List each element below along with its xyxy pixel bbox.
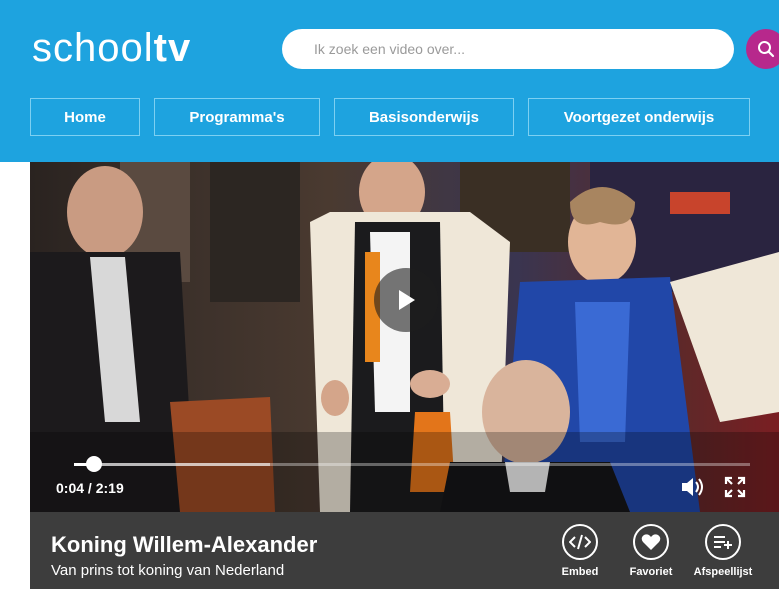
- search-input[interactable]: [282, 29, 734, 69]
- video-frame: [30, 162, 779, 512]
- time-display: 0:04 / 2:19: [56, 480, 124, 496]
- play-icon: [399, 290, 415, 310]
- fullscreen-button[interactable]: [724, 476, 746, 503]
- video-subtitle: Van prins tot koning van Nederland: [51, 562, 285, 579]
- afspeellijst-label: Afspeellijst: [693, 566, 753, 578]
- embed-label: Embed: [561, 566, 599, 578]
- embed-button[interactable]: Embed: [545, 524, 615, 578]
- schooltv-logo[interactable]: schooltv: [32, 24, 191, 72]
- nav-home[interactable]: Home: [30, 98, 140, 136]
- embed-circle: [562, 524, 598, 560]
- afspeellijst-button[interactable]: Afspeellijst: [688, 524, 758, 578]
- buffered-bar: [74, 463, 271, 466]
- favoriet-circle: [633, 524, 669, 560]
- afspeellijst-circle: [705, 524, 741, 560]
- nav-basisonderwijs[interactable]: Basisonderwijs: [334, 98, 514, 136]
- search-icon: [758, 41, 775, 58]
- nav-programmas[interactable]: Programma's: [154, 98, 320, 136]
- volume-button[interactable]: [680, 476, 706, 503]
- favoriet-button[interactable]: Favoriet: [616, 524, 686, 578]
- fullscreen-icon: [724, 476, 746, 498]
- logo-text-school: school: [32, 26, 154, 70]
- search-button[interactable]: [746, 29, 779, 69]
- embed-icon: [569, 534, 591, 550]
- nav-voortgezet-onderwijs[interactable]: Voortgezet onderwijs: [528, 98, 750, 136]
- play-button[interactable]: [374, 268, 438, 332]
- current-time: 0:04: [56, 480, 85, 496]
- video-info-bar: Koning Willem-Alexander Van prins tot ko…: [30, 512, 779, 589]
- progress-knob[interactable]: [85, 456, 102, 472]
- time-separator: /: [87, 480, 92, 496]
- site-header: schooltv Home Programma's Basisonderwijs…: [0, 0, 779, 162]
- progress-bar[interactable]: [74, 456, 750, 472]
- volume-icon: [682, 478, 703, 496]
- duration: 2:19: [95, 480, 124, 496]
- logo-text-tv: tv: [153, 26, 192, 70]
- video-title: Koning Willem-Alexander: [51, 532, 318, 557]
- video-player[interactable]: 0:04 / 2:19: [30, 162, 779, 512]
- playlist-add-icon: [714, 536, 732, 549]
- favoriet-label: Favoriet: [629, 566, 673, 578]
- heart-icon: [641, 534, 661, 550]
